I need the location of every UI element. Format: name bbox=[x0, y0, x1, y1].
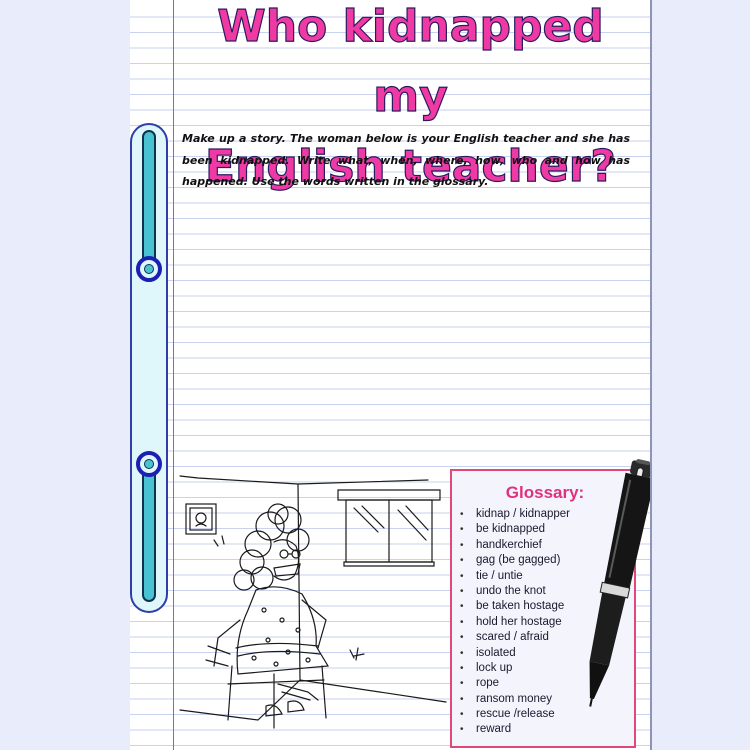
glossary-item: be kidnapped bbox=[460, 522, 570, 537]
margin-line bbox=[173, 0, 174, 750]
glossary-item: handkerchief bbox=[460, 538, 570, 553]
glossary-item: tie / untie bbox=[460, 569, 570, 584]
glossary-item: isolated bbox=[460, 646, 570, 661]
glossary-list: kidnap / kidnapper be kidnapped handkerc… bbox=[460, 507, 570, 738]
glossary-item: lock up bbox=[460, 661, 570, 676]
pen-icon bbox=[589, 459, 650, 707]
glossary-item: hold her hostage bbox=[460, 615, 570, 630]
title-line-1: Who kidnapped my bbox=[217, 0, 605, 122]
glossary-item: reward bbox=[460, 722, 570, 737]
glossary-item: ransom money bbox=[460, 692, 570, 707]
binder-bar-top bbox=[142, 130, 156, 270]
glossary-item: rescue /release bbox=[460, 707, 570, 722]
glossary-item: kidnap / kidnapper bbox=[460, 507, 570, 522]
glossary-item: scared / afraid bbox=[460, 630, 570, 645]
binder-ring-top-icon bbox=[136, 256, 162, 282]
glossary-item: rope bbox=[460, 676, 570, 691]
glossary-item: gag (be gagged) bbox=[460, 553, 570, 568]
binder-bar-bottom bbox=[142, 462, 156, 602]
glossary-item: undo the knot bbox=[460, 584, 570, 599]
instructions-text: Make up a story. The woman below is your… bbox=[182, 132, 630, 188]
binder-ring-bottom-icon bbox=[136, 451, 162, 477]
tied-up-teacher-illustration-icon bbox=[179, 475, 447, 729]
glossary-item: be taken hostage bbox=[460, 599, 570, 614]
